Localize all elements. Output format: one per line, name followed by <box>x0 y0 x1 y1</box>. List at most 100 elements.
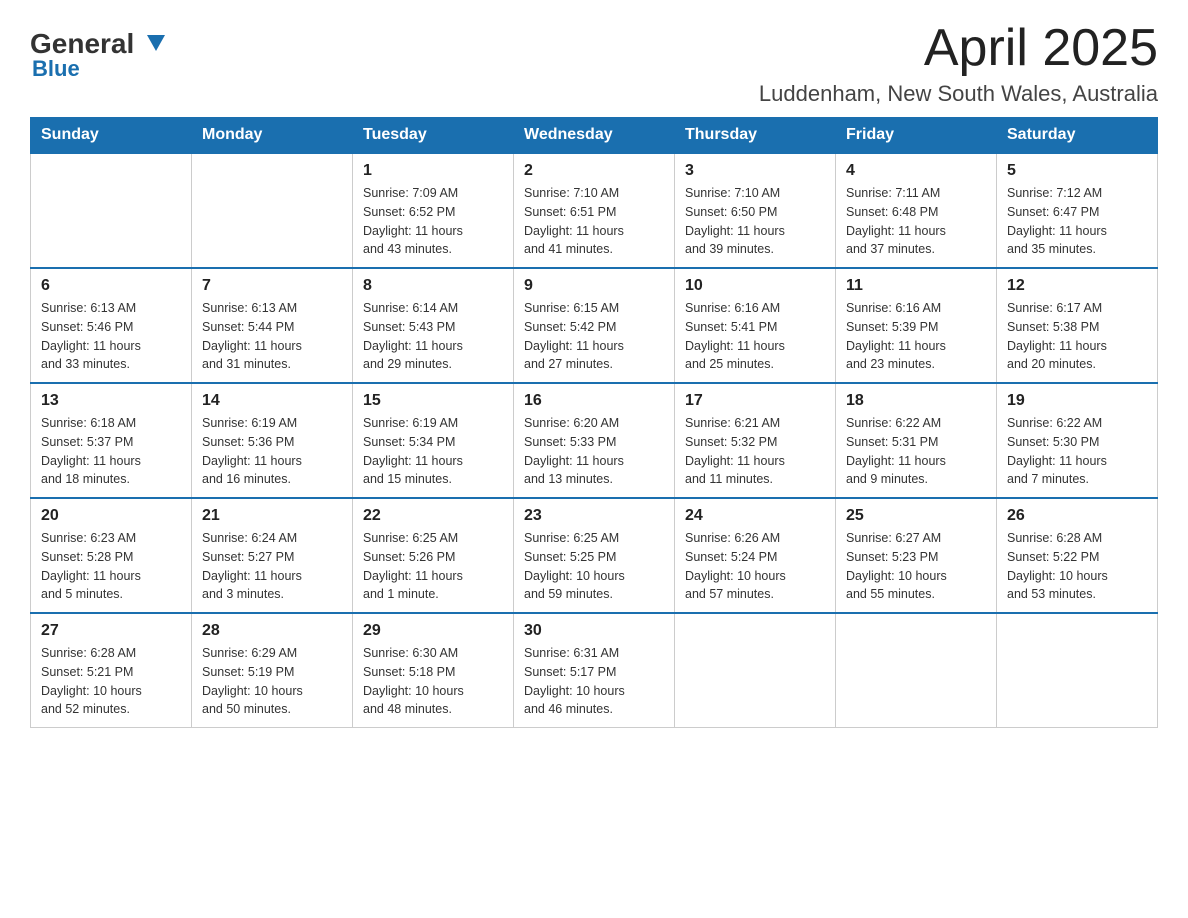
header-tuesday: Tuesday <box>353 118 514 154</box>
table-row: 1 Sunrise: 7:09 AM Sunset: 6:52 PM Daylig… <box>353 153 514 268</box>
month-title: April 2025 <box>759 20 1158 77</box>
table-row: 18 Sunrise: 6:22 AM Sunset: 5:31 PM Dayli… <box>836 383 997 498</box>
calendar-week-row: 1 Sunrise: 7:09 AM Sunset: 6:52 PM Daylig… <box>31 153 1158 268</box>
day-number: 26 <box>1007 507 1147 525</box>
calendar-week-row: 13Sunrise: 6:18 AM Sunset: 5:37 PM Dayli… <box>31 383 1158 498</box>
calendar-week-row: 27 Sunrise: 6:28 AM Sunset: 5:21 PM Dayli… <box>31 613 1158 728</box>
weekday-header-row: Sunday Monday Tuesday Wednesday Thursday… <box>31 118 1158 154</box>
day-info: Sunrise: 7:12 AM Sunset: 6:47 PM Dayligh… <box>1007 184 1147 259</box>
day-number: 28 <box>202 622 342 640</box>
day-number: 21 <box>202 507 342 525</box>
day-number: 11 <box>846 277 986 295</box>
day-number: 12 <box>1007 277 1147 295</box>
header-wednesday: Wednesday <box>514 118 675 154</box>
calendar-week-row: 20Sunrise: 6:23 AM Sunset: 5:28 PM Dayli… <box>31 498 1158 613</box>
table-row: 28Sunrise: 6:29 AM Sunset: 5:19 PM Dayli… <box>192 613 353 728</box>
page-header: General Blue April 2025 Luddenham, New S… <box>30 20 1158 107</box>
table-row: 20Sunrise: 6:23 AM Sunset: 5:28 PM Dayli… <box>31 498 192 613</box>
day-info: Sunrise: 6:28 AM Sunset: 5:22 PM Dayligh… <box>1007 529 1147 604</box>
table-row <box>997 613 1158 728</box>
day-info: Sunrise: 6:28 AM Sunset: 5:21 PM Dayligh… <box>41 644 181 719</box>
day-number: 13 <box>41 392 181 410</box>
day-number: 8 <box>363 277 503 295</box>
day-info: Sunrise: 6:25 AM Sunset: 5:26 PM Dayligh… <box>363 529 503 604</box>
table-row: 15 Sunrise: 6:19 AM Sunset: 5:34 PM Dayli… <box>353 383 514 498</box>
logo-main-text: General <box>30 30 143 58</box>
table-row: 4 Sunrise: 7:11 AM Sunset: 6:48 PM Daylig… <box>836 153 997 268</box>
table-row: 21 Sunrise: 6:24 AM Sunset: 5:27 PM Dayli… <box>192 498 353 613</box>
day-number: 24 <box>685 507 825 525</box>
day-number: 23 <box>524 507 664 525</box>
table-row: 10Sunrise: 6:16 AM Sunset: 5:41 PM Dayli… <box>675 268 836 383</box>
table-row: 16 Sunrise: 6:20 AM Sunset: 5:33 PM Dayli… <box>514 383 675 498</box>
table-row <box>192 153 353 268</box>
day-number: 3 <box>685 162 825 180</box>
day-number: 14 <box>202 392 342 410</box>
day-number: 7 <box>202 277 342 295</box>
table-row: 3 Sunrise: 7:10 AM Sunset: 6:50 PM Daylig… <box>675 153 836 268</box>
day-info: Sunrise: 7:10 AM Sunset: 6:51 PM Dayligh… <box>524 184 664 259</box>
day-number: 19 <box>1007 392 1147 410</box>
table-row: 25 Sunrise: 6:27 AM Sunset: 5:23 PM Dayli… <box>836 498 997 613</box>
table-row: 19 Sunrise: 6:22 AM Sunset: 5:30 PM Dayli… <box>997 383 1158 498</box>
day-info: Sunrise: 6:13 AM Sunset: 5:46 PM Dayligh… <box>41 299 181 374</box>
table-row: 8 Sunrise: 6:14 AM Sunset: 5:43 PM Daylig… <box>353 268 514 383</box>
day-info: Sunrise: 6:30 AM Sunset: 5:18 PM Dayligh… <box>363 644 503 719</box>
day-number: 30 <box>524 622 664 640</box>
table-row: 2 Sunrise: 7:10 AM Sunset: 6:51 PM Daylig… <box>514 153 675 268</box>
table-row <box>836 613 997 728</box>
day-info: Sunrise: 7:10 AM Sunset: 6:50 PM Dayligh… <box>685 184 825 259</box>
location-title: Luddenham, New South Wales, Australia <box>759 81 1158 107</box>
day-info: Sunrise: 6:24 AM Sunset: 5:27 PM Dayligh… <box>202 529 342 604</box>
day-number: 15 <box>363 392 503 410</box>
calendar-table: Sunday Monday Tuesday Wednesday Thursday… <box>30 117 1158 728</box>
day-info: Sunrise: 6:19 AM Sunset: 5:34 PM Dayligh… <box>363 414 503 489</box>
table-row: 9Sunrise: 6:15 AM Sunset: 5:42 PM Daylig… <box>514 268 675 383</box>
table-row: 17 Sunrise: 6:21 AM Sunset: 5:32 PM Dayli… <box>675 383 836 498</box>
header-thursday: Thursday <box>675 118 836 154</box>
day-number: 6 <box>41 277 181 295</box>
day-number: 2 <box>524 162 664 180</box>
table-row: 24 Sunrise: 6:26 AM Sunset: 5:24 PM Dayli… <box>675 498 836 613</box>
day-info: Sunrise: 6:21 AM Sunset: 5:32 PM Dayligh… <box>685 414 825 489</box>
day-info: Sunrise: 6:31 AM Sunset: 5:17 PM Dayligh… <box>524 644 664 719</box>
table-row: 6 Sunrise: 6:13 AM Sunset: 5:46 PM Daylig… <box>31 268 192 383</box>
table-row: 22Sunrise: 6:25 AM Sunset: 5:26 PM Dayli… <box>353 498 514 613</box>
header-saturday: Saturday <box>997 118 1158 154</box>
table-row: 5 Sunrise: 7:12 AM Sunset: 6:47 PM Daylig… <box>997 153 1158 268</box>
table-row: 23 Sunrise: 6:25 AM Sunset: 5:25 PM Dayli… <box>514 498 675 613</box>
day-info: Sunrise: 6:25 AM Sunset: 5:25 PM Dayligh… <box>524 529 664 604</box>
day-number: 1 <box>363 162 503 180</box>
logo: General Blue <box>30 30 167 82</box>
day-number: 4 <box>846 162 986 180</box>
day-number: 25 <box>846 507 986 525</box>
title-area: April 2025 Luddenham, New South Wales, A… <box>759 20 1158 107</box>
header-monday: Monday <box>192 118 353 154</box>
day-info: Sunrise: 6:22 AM Sunset: 5:30 PM Dayligh… <box>1007 414 1147 489</box>
day-number: 18 <box>846 392 986 410</box>
day-info: Sunrise: 7:11 AM Sunset: 6:48 PM Dayligh… <box>846 184 986 259</box>
day-info: Sunrise: 6:20 AM Sunset: 5:33 PM Dayligh… <box>524 414 664 489</box>
table-row: 29Sunrise: 6:30 AM Sunset: 5:18 PM Dayli… <box>353 613 514 728</box>
day-info: Sunrise: 6:26 AM Sunset: 5:24 PM Dayligh… <box>685 529 825 604</box>
table-row <box>31 153 192 268</box>
day-number: 17 <box>685 392 825 410</box>
day-info: Sunrise: 6:19 AM Sunset: 5:36 PM Dayligh… <box>202 414 342 489</box>
table-row: 30 Sunrise: 6:31 AM Sunset: 5:17 PM Dayli… <box>514 613 675 728</box>
day-number: 27 <box>41 622 181 640</box>
day-number: 20 <box>41 507 181 525</box>
logo-triangle-icon <box>145 31 167 53</box>
table-row: 12 Sunrise: 6:17 AM Sunset: 5:38 PM Dayli… <box>997 268 1158 383</box>
day-info: Sunrise: 7:09 AM Sunset: 6:52 PM Dayligh… <box>363 184 503 259</box>
day-info: Sunrise: 6:22 AM Sunset: 5:31 PM Dayligh… <box>846 414 986 489</box>
day-number: 16 <box>524 392 664 410</box>
header-friday: Friday <box>836 118 997 154</box>
day-info: Sunrise: 6:27 AM Sunset: 5:23 PM Dayligh… <box>846 529 986 604</box>
table-row: 26 Sunrise: 6:28 AM Sunset: 5:22 PM Dayli… <box>997 498 1158 613</box>
day-info: Sunrise: 6:17 AM Sunset: 5:38 PM Dayligh… <box>1007 299 1147 374</box>
day-info: Sunrise: 6:14 AM Sunset: 5:43 PM Dayligh… <box>363 299 503 374</box>
day-info: Sunrise: 6:16 AM Sunset: 5:39 PM Dayligh… <box>846 299 986 374</box>
day-number: 9 <box>524 277 664 295</box>
table-row: 13Sunrise: 6:18 AM Sunset: 5:37 PM Dayli… <box>31 383 192 498</box>
day-number: 5 <box>1007 162 1147 180</box>
